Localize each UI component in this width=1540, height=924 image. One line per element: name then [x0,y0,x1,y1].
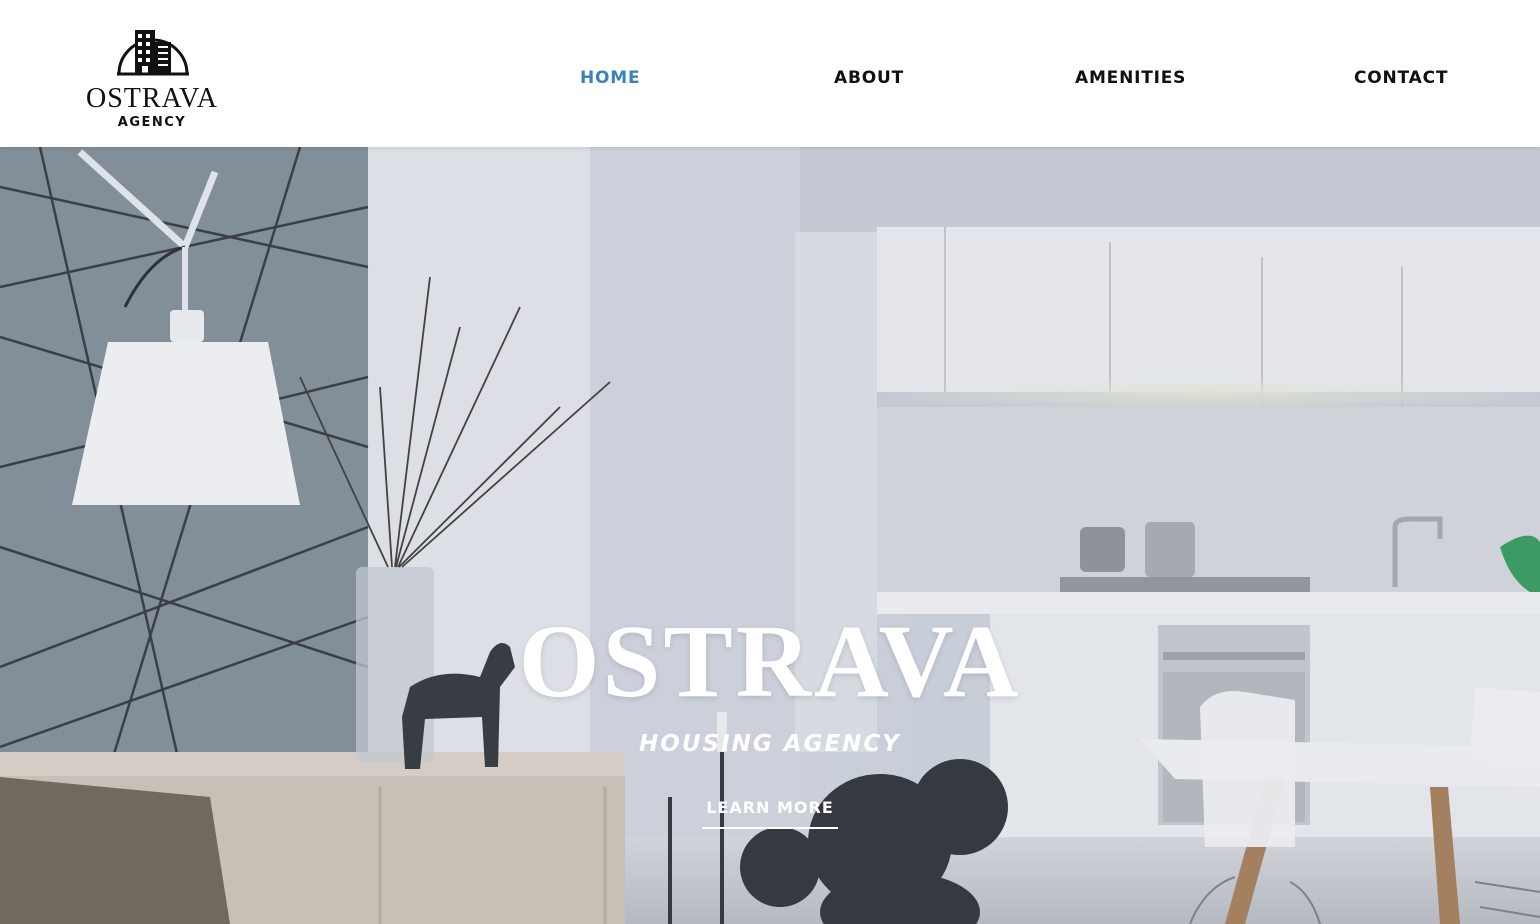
nav-contact[interactable]: CONTACT [1354,66,1448,90]
brand-name: OSTRAVA [85,83,218,114]
hero-title: OSTRAVA [518,604,1022,719]
hero-subtitle: HOUSING AGENCY [639,731,901,757]
nav-amenities[interactable]: AMENITIES [1075,66,1186,90]
building-icon [117,30,189,76]
nav-about[interactable]: ABOUT [834,66,904,90]
brand-logo-link[interactable]: OSTRAVA AGENCY [78,16,226,134]
learn-more-button[interactable]: LEARN MORE [702,797,838,829]
site-header: OSTRAVA AGENCY HOME ABOUT AMENITIES CONT… [0,0,1540,147]
brand-tagline: AGENCY [117,115,187,130]
hero-section: OSTRAVA HOUSING AGENCY LEARN MORE [0,147,1540,924]
nav-home[interactable]: HOME [580,66,640,90]
